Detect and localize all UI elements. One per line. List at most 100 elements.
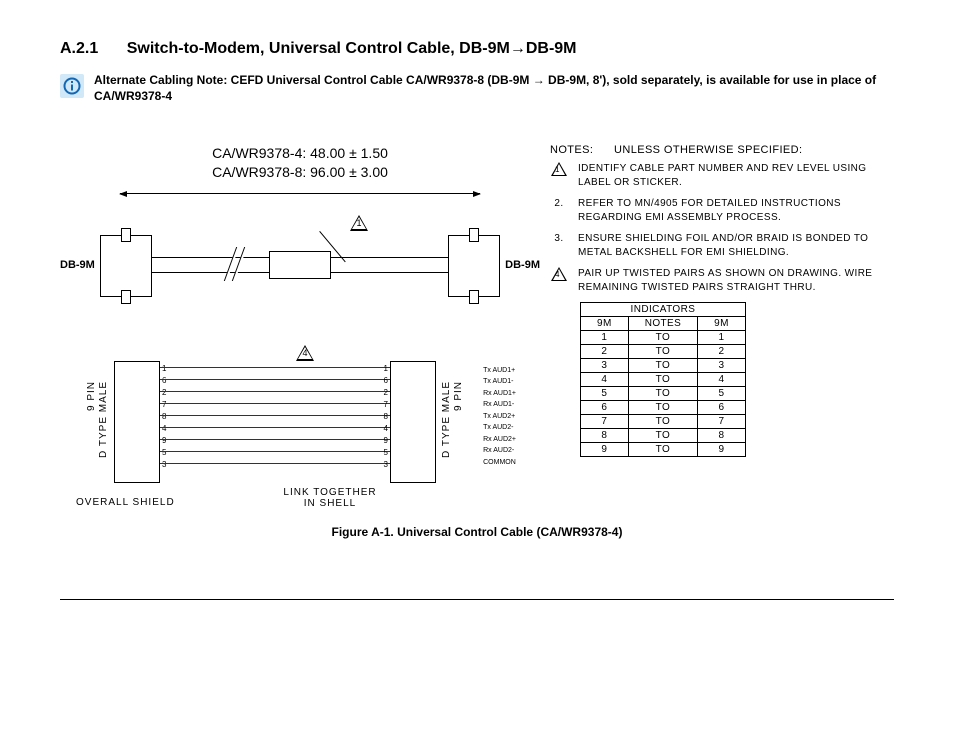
label-sleeve [269, 251, 331, 279]
note-text-body: REFER TO MN/4905 FOR DETAILED INSTRUCTIO… [578, 197, 894, 224]
section-title: Switch-to-Modem, Universal Control Cable… [127, 40, 577, 57]
right-conn-type-1: 9 PIN [453, 381, 464, 411]
table-cell: 7 [581, 415, 629, 429]
table-cell: 8 [581, 429, 629, 443]
right-conn-type-2: D TYPE MALE [441, 381, 452, 458]
pinout-schematic: 4 9 PIN D TYPE MALE 1 6 2 7 8 4 9 5 3 1 … [60, 351, 540, 511]
left-conn-type-2: D TYPE MALE [98, 381, 109, 458]
table-cell: 7 [698, 415, 746, 429]
figure-caption: Figure A-1. Universal Control Cable (CA/… [60, 525, 894, 539]
indicators-table: INDICATORS 9M NOTES 9M 1TO12TO23TO34TO45… [580, 302, 746, 457]
table-cell: 2 [581, 345, 629, 359]
table-row: 6TO6 [581, 401, 746, 415]
screw-icon [121, 228, 131, 242]
table-cell: 9 [581, 443, 629, 457]
screw-icon [469, 228, 479, 242]
indicators-header: NOTES [628, 317, 697, 331]
table-row: 7TO7 [581, 415, 746, 429]
signal-names: Tx AUD1+ Tx AUD1- Rx AUD1+ Rx AUD1- Tx A… [483, 365, 516, 469]
triangle-flag-icon: 4 [551, 267, 567, 281]
table-cell: 9 [698, 443, 746, 457]
table-cell: 1 [581, 331, 629, 345]
table-row: 8TO8 [581, 429, 746, 443]
note-item: 1 IDENTIFY CABLE PART NUMBER AND REV LEVE… [550, 162, 894, 189]
flag-4-number: 4 [300, 348, 310, 358]
note-item: 2. REFER TO MN/4905 FOR DETAILED INSTRUCT… [550, 197, 894, 224]
left-connector-shape [100, 235, 152, 297]
table-cell: TO [628, 373, 697, 387]
table-cell: 4 [581, 373, 629, 387]
flag-4-icon: 4 [296, 345, 314, 361]
notes-header: NOTES: UNLESS OTHERWISE SPECIFIED: [550, 144, 894, 156]
table-row: 2TO2 [581, 345, 746, 359]
cable-diagram: CA/WR9378-4: 48.00 ± 1.50 CA/WR9378-8: 9… [60, 144, 540, 510]
table-row: 1TO1 [581, 331, 746, 345]
table-cell: TO [628, 415, 697, 429]
table-cell: 5 [698, 387, 746, 401]
note-text: Alternate Cabling Note: CEFD Universal C… [94, 72, 894, 104]
footer-rule [60, 599, 894, 600]
overall-shield-label: OVERALL SHIELD [76, 497, 175, 508]
indicators-title: INDICATORS [581, 303, 746, 317]
cable-outline: DB-9M DB-9M 1 [60, 187, 540, 347]
left-conn-type-1: 9 PIN [86, 381, 97, 411]
figure-container: CA/WR9378-4: 48.00 ± 1.50 CA/WR9378-8: 9… [60, 144, 894, 510]
table-cell: 6 [581, 401, 629, 415]
section-number: A.2.1 [60, 40, 98, 58]
note-text-body: PAIR UP TWISTED PAIRS AS SHOWN ON DRAWIN… [578, 267, 894, 294]
screw-icon [121, 290, 131, 304]
note-number: 1 [550, 162, 568, 189]
table-cell: 3 [581, 359, 629, 373]
note-number: 4 [550, 267, 568, 294]
table-cell: TO [628, 429, 697, 443]
table-cell: 6 [698, 401, 746, 415]
note-item: 3. ENSURE SHIELDING FOIL AND/OR BRAID IS … [550, 232, 894, 259]
right-connector-label: DB-9M [505, 259, 540, 271]
table-cell: 8 [698, 429, 746, 443]
left-connector-label: DB-9M [60, 259, 95, 271]
alternate-cabling-note: Alternate Cabling Note: CEFD Universal C… [60, 72, 894, 104]
screw-icon [469, 290, 479, 304]
right-connector-shape [448, 235, 500, 297]
table-cell: 1 [698, 331, 746, 345]
table-cell: 5 [581, 387, 629, 401]
dim-line-2: CA/WR9378-8: 96.00 ± 3.00 [60, 163, 540, 181]
info-icon [60, 74, 84, 98]
left-pin-block [114, 361, 160, 483]
dim-line-1: CA/WR9378-4: 48.00 ± 1.50 [60, 144, 540, 162]
note-number: 3. [550, 232, 568, 259]
notes-and-table: NOTES: UNLESS OTHERWISE SPECIFIED: 1 IDEN… [550, 144, 894, 457]
notes-list: 1 IDENTIFY CABLE PART NUMBER AND REV LEVE… [550, 162, 894, 294]
note-item: 4 PAIR UP TWISTED PAIRS AS SHOWN ON DRAWI… [550, 267, 894, 294]
table-cell: TO [628, 331, 697, 345]
table-row: 4TO4 [581, 373, 746, 387]
table-cell: TO [628, 359, 697, 373]
table-cell: TO [628, 387, 697, 401]
table-cell: TO [628, 401, 697, 415]
flag-1-number: 1 [354, 218, 364, 228]
indicators-header: 9M [698, 317, 746, 331]
triangle-flag-icon: 1 [551, 162, 567, 176]
notes-label: NOTES: [550, 144, 604, 156]
section-heading: A.2.1 Switch-to-Modem, Universal Control… [60, 40, 894, 58]
table-row: 9TO9 [581, 443, 746, 457]
table-cell: 4 [698, 373, 746, 387]
note-text-body: IDENTIFY CABLE PART NUMBER AND REV LEVEL… [578, 162, 894, 189]
note-text-body: ENSURE SHIELDING FOIL AND/OR BRAID IS BO… [578, 232, 894, 259]
table-cell: 3 [698, 359, 746, 373]
dimension-extent-line [120, 193, 480, 194]
link-together-label: LINK TOGETHER IN SHELL [260, 487, 400, 509]
wire-lines [160, 367, 390, 475]
note-number: 2. [550, 197, 568, 224]
table-row: 5TO5 [581, 387, 746, 401]
right-pin-block [390, 361, 436, 483]
indicators-header: 9M [581, 317, 629, 331]
table-cell: TO [628, 443, 697, 457]
table-row: 3TO3 [581, 359, 746, 373]
notes-subhead: UNLESS OTHERWISE SPECIFIED: [614, 144, 802, 156]
right-pin-numbers: 1 6 2 7 8 4 9 5 3 [384, 363, 388, 471]
flag-1-icon: 1 [350, 215, 368, 231]
table-cell: 2 [698, 345, 746, 359]
dimension-labels: CA/WR9378-4: 48.00 ± 1.50 CA/WR9378-8: 9… [60, 144, 540, 180]
table-cell: TO [628, 345, 697, 359]
